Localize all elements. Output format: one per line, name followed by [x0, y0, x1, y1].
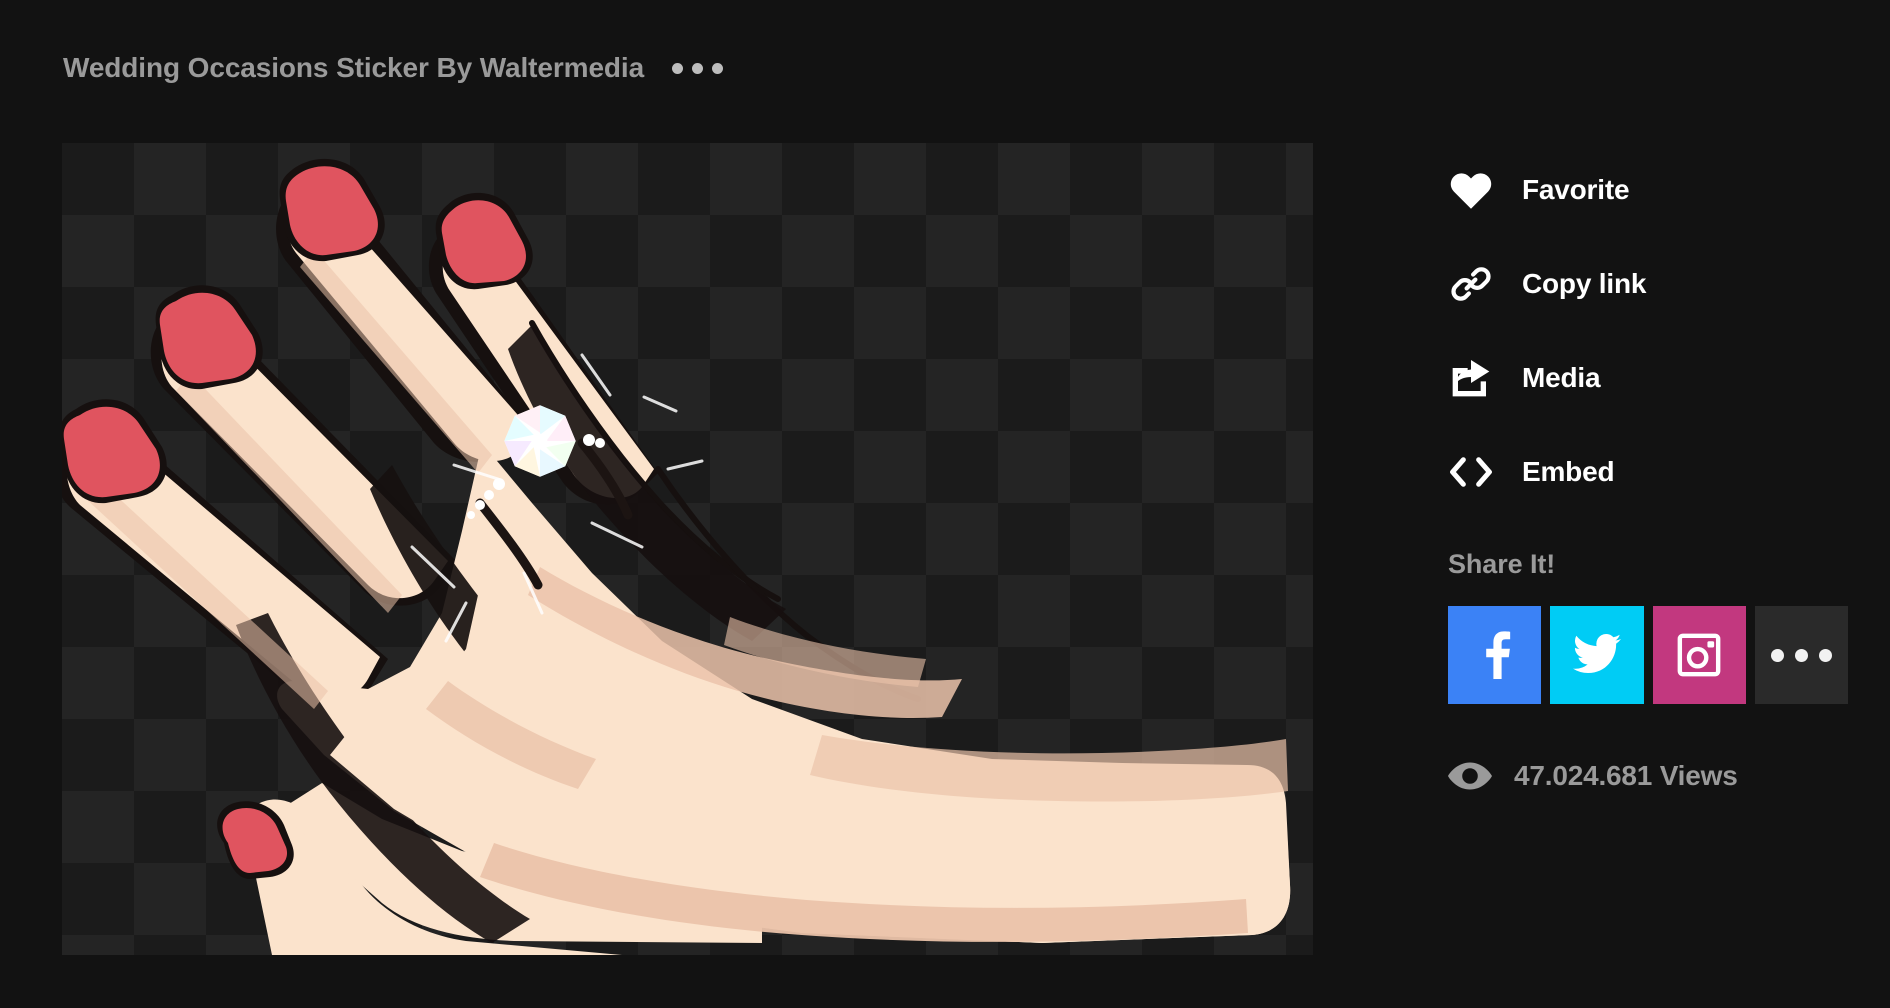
social-share-row — [1448, 606, 1848, 704]
embed-button[interactable]: Embed — [1448, 425, 1848, 519]
hand-with-ring-artwork — [62, 158, 1291, 955]
facebook-icon — [1475, 631, 1515, 679]
ellipsis-icon — [712, 62, 724, 74]
eye-icon — [1448, 761, 1492, 791]
heart-icon — [1448, 167, 1494, 213]
nail-middle — [435, 192, 533, 290]
favorite-button[interactable]: Favorite — [1448, 143, 1848, 237]
share-heading: Share It! — [1448, 549, 1556, 579]
copy-link-button[interactable]: Copy link — [1448, 237, 1848, 331]
views-counter: 47.024.681 Views — [1448, 760, 1848, 792]
share-facebook-button[interactable] — [1448, 606, 1542, 704]
code-angle-brackets-icon — [1448, 449, 1494, 495]
nail-pinky — [62, 399, 167, 504]
sticker-page: Wedding Occasions Sticker By Waltermedia — [0, 0, 1890, 1008]
share-twitter-button[interactable] — [1550, 606, 1644, 704]
ellipsis-icon — [672, 62, 684, 74]
nail-ring — [155, 285, 263, 390]
action-list: Favorite Copy link Media Embed — [1448, 143, 1848, 519]
copy-link-label: Copy link — [1522, 268, 1647, 299]
actions-sidebar: Favorite Copy link Media Embed Share It!… — [1448, 143, 1848, 792]
ellipsis-icon — [1770, 648, 1832, 662]
embed-label: Embed — [1522, 456, 1615, 487]
page-title: Wedding Occasions Sticker By Waltermedia — [63, 52, 645, 83]
instagram-icon — [1676, 632, 1722, 678]
share-instagram-button[interactable] — [1652, 606, 1746, 704]
title-options-menu-button[interactable] — [670, 57, 725, 80]
twitter-icon — [1572, 634, 1621, 676]
nail-index — [279, 158, 385, 262]
sticker-preview-canvas[interactable] — [62, 143, 1313, 955]
ellipsis-icon — [692, 62, 704, 74]
share-more-button[interactable] — [1754, 606, 1848, 704]
views-label: 47.024.681 Views — [1514, 760, 1738, 791]
media-label: Media — [1522, 362, 1601, 393]
favorite-label: Favorite — [1522, 174, 1630, 205]
media-button[interactable]: Media — [1448, 331, 1848, 425]
link-icon — [1448, 261, 1494, 307]
header: Wedding Occasions Sticker By Waltermedia — [63, 48, 725, 88]
diamond-gem — [504, 405, 576, 477]
share-box-arrow-icon — [1448, 355, 1494, 401]
